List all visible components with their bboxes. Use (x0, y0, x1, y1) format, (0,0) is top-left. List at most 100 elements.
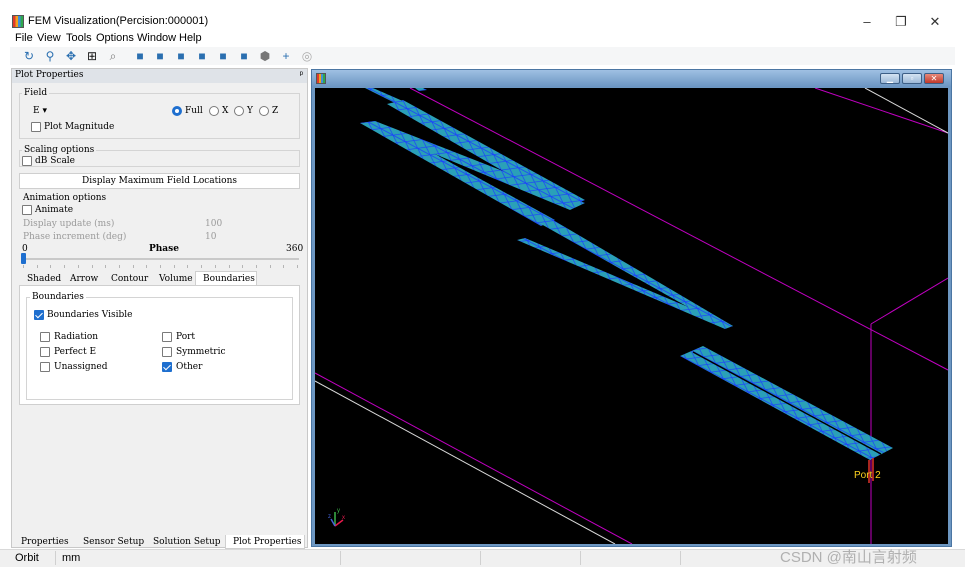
slider-tick (255, 265, 257, 268)
status-units: mm (62, 552, 81, 564)
bottom-tab-solution-setup[interactable]: Solution Setup (153, 536, 221, 549)
slider-tick (50, 265, 52, 268)
port-label: Port (176, 332, 196, 342)
crosshair-icon[interactable]: + (279, 49, 293, 63)
slider-tick (160, 265, 161, 268)
slider-tick (187, 265, 189, 268)
mesh-strip (517, 238, 733, 329)
plot-magnitude-checkbox[interactable] (31, 122, 41, 132)
slider-tick (36, 265, 38, 268)
port-checkbox[interactable] (162, 332, 172, 342)
bottom-tab-properties[interactable]: Properties (21, 536, 69, 549)
display-max-field-button[interactable]: Display Maximum Field Locations (19, 173, 300, 189)
slider-tick (132, 265, 134, 268)
view-iso-icon[interactable]: ■ (133, 49, 147, 63)
view-left-icon[interactable]: ■ (237, 49, 251, 63)
menu-help[interactable]: Help (179, 32, 202, 44)
status-separator (480, 551, 481, 565)
view-bottom-icon[interactable]: ■ (216, 49, 230, 63)
mesh-strips (360, 88, 893, 460)
menu-window[interactable]: Window (137, 32, 176, 44)
boundaries-visible-label: Boundaries Visible (47, 310, 133, 320)
boundaries-visible-checkbox[interactable] (34, 310, 44, 320)
port-marker: Port 2 (854, 458, 881, 483)
menu-bar: File View Tools Options Window Help (0, 32, 965, 46)
strip-gap (692, 351, 882, 455)
symmetric-checkbox[interactable] (162, 347, 172, 357)
slider-tick (23, 265, 24, 268)
perfect-e-checkbox[interactable] (40, 347, 50, 357)
3d-canvas[interactable]: Port 2 x y z (315, 88, 948, 544)
viewport-close-button[interactable]: ✕ (924, 73, 944, 84)
menu-view[interactable]: View (37, 32, 61, 44)
component-full-radio[interactable] (172, 106, 182, 116)
phase-slider-track[interactable] (22, 258, 299, 260)
light-icon[interactable]: ◎ (300, 49, 314, 63)
component-x-label: X (222, 106, 229, 116)
mesh-strip (541, 220, 733, 328)
component-z-label: Z (272, 106, 279, 116)
field-group-label: Field (22, 88, 50, 98)
slider-tick (118, 265, 120, 268)
viewport-minimize-button[interactable]: ▁ (880, 73, 900, 84)
phase-increment-input[interactable]: 10 (205, 232, 216, 242)
unassigned-label: Unassigned (54, 362, 108, 372)
move-icon[interactable]: ✥ (64, 49, 78, 63)
slider-tick (228, 265, 230, 268)
window-title: FEM Visualization(Percision:000001) (28, 15, 209, 27)
close-button[interactable]: ✕ (920, 12, 950, 32)
component-z-radio[interactable] (259, 106, 269, 116)
zoom-pan-icon[interactable]: ⚲ (43, 49, 57, 63)
status-separator (55, 551, 56, 565)
status-separator (680, 551, 681, 565)
status-separator (580, 551, 581, 565)
bottom-tab-plot-properties[interactable]: Plot Properties (233, 536, 301, 549)
other-checkbox[interactable] (162, 362, 172, 372)
pin-icon[interactable]: ᵖ (300, 69, 303, 79)
tab-contour[interactable]: Contour (111, 274, 148, 284)
tab-shaded[interactable]: Shaded (27, 274, 61, 284)
restore-button[interactable]: ❐ (886, 12, 916, 32)
view-top-icon[interactable]: ■ (195, 49, 209, 63)
rotate-icon[interactable]: ↻ (22, 49, 36, 63)
menu-tools[interactable]: Tools (66, 32, 92, 44)
view-right-icon[interactable]: ⬢ (258, 49, 272, 63)
zoom-window-icon[interactable]: ⌕ (106, 49, 120, 63)
fit-view-icon[interactable]: ⊞ (85, 49, 99, 63)
watermark-text: CSDN @南山言射频 (780, 549, 917, 566)
mesh-strip (365, 88, 405, 104)
slider-tick (91, 265, 93, 268)
toolbar: ↻ ⚲ ✥ ⊞ ⌕ ■ ■ ■ ■ ■ ■ ⬢ + ◎ (10, 47, 955, 65)
menu-file[interactable]: File (15, 32, 33, 44)
scaling-group-label: Scaling options (22, 145, 97, 155)
title-bar: FEM Visualization(Percision:000001) – ❐ … (0, 12, 965, 32)
tab-volume[interactable]: Volume (159, 274, 193, 284)
status-mode: Orbit (15, 552, 39, 564)
slider-tick (146, 265, 148, 268)
menu-options[interactable]: Options (96, 32, 134, 44)
component-y-radio[interactable] (234, 106, 244, 116)
bottom-tab-sensor-setup[interactable]: Sensor Setup (83, 536, 144, 549)
viewport-restore-button[interactable]: ▫ (902, 73, 922, 84)
minimize-button[interactable]: – (852, 12, 882, 32)
view-back-icon[interactable]: ■ (174, 49, 188, 63)
slider-tick (214, 265, 216, 268)
field-select[interactable]: E ▾ (33, 106, 47, 116)
status-separator (340, 551, 341, 565)
component-x-radio[interactable] (209, 106, 219, 116)
db-scale-checkbox[interactable] (22, 156, 32, 166)
tab-boundaries[interactable]: Boundaries (203, 274, 255, 284)
tab-arrow[interactable]: Arrow (70, 274, 98, 284)
field-group (19, 93, 300, 139)
display-update-input[interactable]: 100 (205, 219, 222, 229)
plot-properties-panel: Plot Properties ᵖ Field E ▾ Full X Y Z P… (11, 68, 308, 549)
view-front-icon[interactable]: ■ (153, 49, 167, 63)
unassigned-checkbox[interactable] (40, 362, 50, 372)
phase-slider-thumb[interactable] (21, 253, 26, 264)
phase-increment-label: Phase increment (deg) (23, 232, 127, 242)
animate-label: Animate (35, 205, 74, 215)
app-icon (12, 15, 24, 28)
radiation-checkbox[interactable] (40, 332, 50, 342)
axis-triad: x y z (328, 508, 345, 527)
animate-checkbox[interactable] (22, 205, 32, 215)
